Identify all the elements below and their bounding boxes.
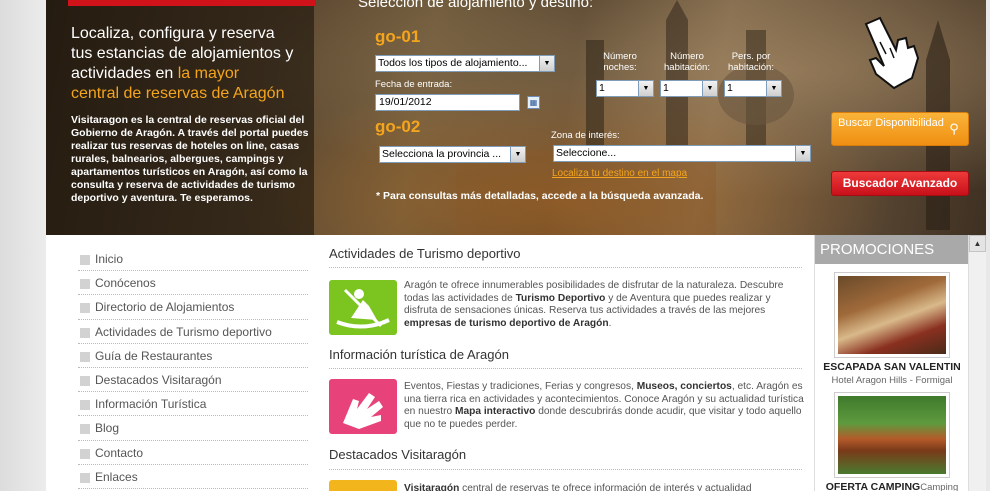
scroll-up-arrow-icon[interactable]: ▲: [969, 235, 986, 252]
rooms-select[interactable]: 1 ▼: [660, 80, 718, 97]
zone-select[interactable]: Seleccione... ▼: [553, 145, 811, 162]
promo-title-san-valentin[interactable]: ESCAPADA SAN VALENTIN: [815, 361, 969, 373]
calendar-icon[interactable]: ▦: [527, 96, 540, 109]
bullet-icon: [80, 424, 90, 435]
entry-date-input[interactable]: 19/01/2012: [375, 94, 520, 111]
nights-label: Número noches:: [603, 51, 637, 73]
sidebar-item-turismo-deportivo[interactable]: Actividades de Turismo deportivo: [78, 320, 308, 344]
hand-info-icon[interactable]: [329, 379, 397, 434]
bullet-icon: [80, 303, 90, 314]
accommodation-type-select[interactable]: Todos los tipos de alojamiento... ▼: [375, 55, 555, 72]
bullet-icon: [80, 255, 90, 265]
search-availability-button[interactable]: Buscar Disponibilidad ⚲: [831, 112, 969, 146]
bullet-icon: [80, 472, 90, 483]
sidebar-item-conocenos[interactable]: Conócenos: [78, 271, 308, 296]
sidebar-item-informacion[interactable]: Información Turística: [78, 392, 308, 417]
divider: [329, 267, 802, 268]
bullet-icon: [80, 279, 90, 290]
search-form-title: Selección de alojamiento y destino:: [358, 0, 594, 11]
red-accent-strip: [68, 0, 316, 6]
promotions-header: PROMOCIONES: [815, 235, 969, 264]
chevron-down-icon: ▼: [766, 81, 781, 96]
sidebar-item-blog[interactable]: Blog: [78, 416, 308, 441]
sidebar-item-alojamientos[interactable]: Directorio de Alojamientos: [78, 295, 308, 320]
section-title-turismo-deportivo[interactable]: Actividades de Turismo deportivo: [329, 246, 520, 261]
divider: [329, 368, 802, 369]
bullet-icon: [80, 351, 90, 362]
sidebar-item-destacados[interactable]: Destacados Visitaragón: [78, 368, 308, 393]
promo-subtitle-hotel: Hotel Aragon Hills - Formigal: [831, 375, 953, 386]
bullet-icon: [80, 375, 90, 386]
promo-title-camping[interactable]: OFERTA CAMPINGCamping: [815, 481, 969, 491]
sidebar-nav: Inicio Conócenos Directorio de Alojamien…: [78, 247, 308, 489]
bullet-icon: [80, 327, 90, 338]
entry-date-label: Fecha de entrada:: [375, 79, 453, 90]
sidebar-item-contacto[interactable]: Contacto: [78, 441, 308, 465]
section-text-turismo-deportivo: Aragón te ofrece innumerables posibilida…: [404, 280, 784, 329]
content-area: Inicio Conócenos Directorio de Alojamien…: [46, 235, 986, 491]
sidebar-item-inicio[interactable]: Inicio: [78, 247, 308, 272]
rooms-label: Número habitación:: [664, 51, 710, 73]
sidebar-item-enlaces[interactable]: Enlaces: [78, 465, 308, 489]
search-icon: ⚲: [949, 121, 959, 136]
persons-select[interactable]: 1 ▼: [724, 80, 782, 97]
promo-image-hotel[interactable]: [834, 272, 950, 358]
promotions-scrollbar[interactable]: ▲: [968, 235, 986, 491]
promo-image-camping[interactable]: [834, 392, 950, 478]
sidebar-item-restaurantes[interactable]: Guía de Restaurantes: [78, 344, 308, 368]
bullet-icon: [80, 448, 90, 459]
section-title-informacion-turistica[interactable]: Información turística de Aragón: [329, 347, 509, 362]
advanced-search-button[interactable]: Buscador Avanzado: [831, 171, 969, 196]
hero-description: Visitaragon es la central de reservas of…: [71, 114, 309, 204]
pointing-hand-icon: [864, 16, 920, 90]
hero-banner: Localiza, configura y reserva tus estanc…: [46, 0, 986, 235]
section-title-destacados[interactable]: Destacados Visitaragón: [329, 447, 466, 462]
advanced-search-note: * Para consultas más detalladas, accede …: [376, 190, 704, 202]
section-text-informacion-turistica: Eventos, Fiestas y tradiciones, Ferias y…: [404, 381, 804, 430]
nights-select[interactable]: 1 ▼: [596, 80, 654, 97]
kayak-icon[interactable]: [329, 280, 397, 335]
hero-heading: Localiza, configura y reserva tus estanc…: [71, 25, 294, 102]
divider: [329, 469, 802, 470]
province-select[interactable]: Selecciona la provincia ... ▼: [379, 146, 526, 163]
left-gutter: [0, 0, 46, 491]
chevron-down-icon: ▼: [510, 147, 525, 162]
chevron-down-icon: ▼: [795, 146, 810, 161]
zone-label: Zona de interés:: [551, 130, 620, 141]
step-go-01: go-01: [375, 27, 421, 46]
chevron-down-icon: ▼: [638, 81, 653, 96]
step-go-02: go-02: [375, 117, 421, 136]
chevron-down-icon: ▼: [539, 56, 554, 71]
right-gutter: [986, 0, 990, 491]
promotions-column: PROMOCIONES ESCAPADA SAN VALENTIN Hotel …: [814, 235, 969, 491]
bullet-icon: [80, 400, 90, 411]
chevron-down-icon: ▼: [702, 81, 717, 96]
section-text-destacados: Visitaragón central de reservas te ofrec…: [404, 483, 752, 491]
map-link[interactable]: Localiza tu destino en el mapa: [552, 168, 687, 179]
destacados-icon[interactable]: [329, 480, 397, 491]
persons-label: Pers. por habitación:: [728, 51, 774, 73]
